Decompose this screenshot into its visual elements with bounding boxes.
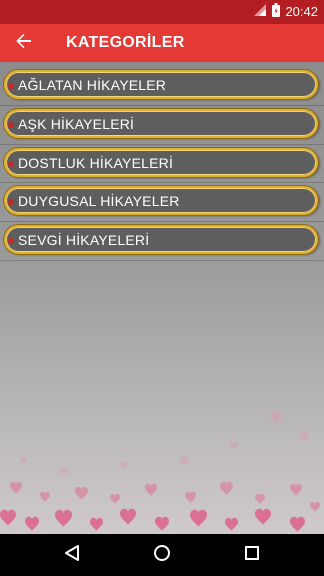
category-label: DOSTLUK HİKAYELERİ xyxy=(18,154,174,171)
category-button[interactable]: SEVGİ HİKAYELERİ xyxy=(4,225,318,255)
signal-icon xyxy=(272,2,281,22)
list-item[interactable]: DUYGUSAL HİKAYELER xyxy=(0,183,324,223)
status-time: 20:42 xyxy=(285,4,318,19)
app-bar: KATEGORİLER xyxy=(0,24,324,62)
category-list-area[interactable]: AĞLATAN HİKAYELER AŞK HİKAYELERİ DOSTLUK… xyxy=(0,62,324,534)
bullet-dot-icon xyxy=(8,121,14,128)
category-label: AŞK HİKAYELERİ xyxy=(18,115,135,132)
back-button[interactable] xyxy=(8,27,40,59)
home-circle-icon xyxy=(153,544,171,567)
category-label: SEVGİ HİKAYELERİ xyxy=(18,232,150,249)
list-item[interactable]: AŞK HİKAYELERİ xyxy=(0,106,324,145)
category-button[interactable]: AĞLATAN HİKAYELER xyxy=(4,70,318,99)
category-button[interactable]: DUYGUSAL HİKAYELER xyxy=(4,186,318,216)
bullet-dot-icon xyxy=(8,238,14,245)
navigation-bar xyxy=(0,534,324,576)
back-arrow-icon xyxy=(15,32,33,55)
category-button[interactable]: AŞK HİKAYELERİ xyxy=(4,108,318,138)
status-bar: 20:42 xyxy=(0,0,324,24)
nav-recents-button[interactable] xyxy=(238,542,266,568)
page-title: KATEGORİLER xyxy=(66,34,185,51)
list-item[interactable]: SEVGİ HİKAYELERİ xyxy=(0,222,324,261)
category-label: DUYGUSAL HİKAYELER xyxy=(18,193,180,210)
category-label: AĞLATAN HİKAYELER xyxy=(18,77,167,93)
wifi-icon xyxy=(253,3,267,22)
status-icons: 20:42 xyxy=(253,2,318,22)
back-triangle-icon xyxy=(64,544,80,567)
category-list: AĞLATAN HİKAYELER AŞK HİKAYELERİ DOSTLUK… xyxy=(0,67,324,261)
recents-square-icon xyxy=(244,545,260,566)
list-item[interactable]: DOSTLUK HİKAYELERİ xyxy=(0,145,324,184)
bullet-dot-icon xyxy=(8,83,14,89)
nav-home-button[interactable] xyxy=(148,542,176,568)
bullet-dot-icon xyxy=(8,160,14,167)
bullet-dot-icon xyxy=(8,199,14,206)
category-button[interactable]: DOSTLUK HİKAYELERİ xyxy=(4,147,318,177)
list-item[interactable]: AĞLATAN HİKAYELER xyxy=(0,67,324,106)
nav-back-button[interactable] xyxy=(58,542,86,568)
